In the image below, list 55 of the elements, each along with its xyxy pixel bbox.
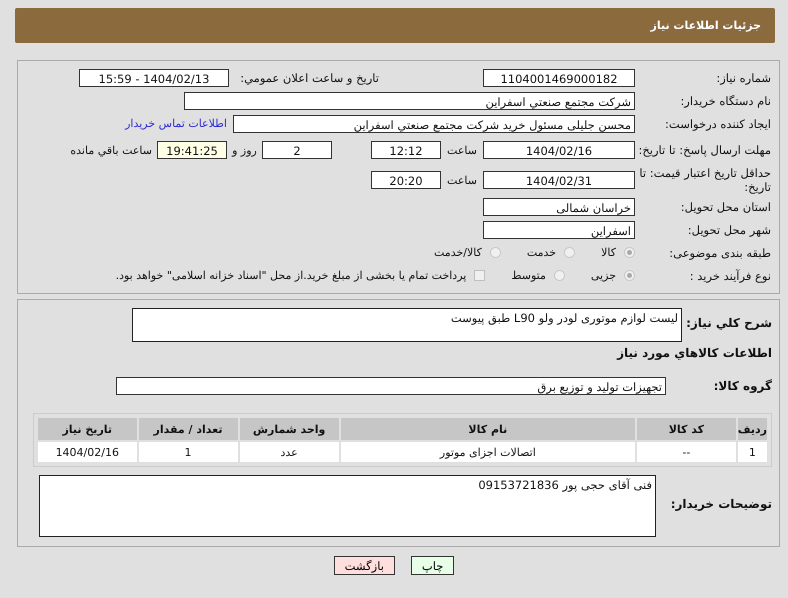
deadline-date-field: 1404/02/16 [483,141,635,159]
radio-label: کالا [601,246,616,259]
back-button[interactable]: بازگشت [334,556,395,575]
table-cell: -- [636,442,736,462]
table-cell: اتصالات اجزای موتور [340,442,635,462]
field-label: شهر محل تحویل: [686,222,771,236]
column-header: واحد شمارش [240,418,339,440]
radio-label: کالا/خدمت [434,246,482,259]
column-header: تاریخ نیاز [38,418,137,440]
remaining-label: ساعت باقي مانده [70,144,152,156]
field-label: طبقه بندی موضوعی: [668,246,771,260]
field-label: تاریخ و ساعت اعلان عمومي: [239,70,379,84]
field-label: ایجاد کننده درخواست: [664,116,771,130]
field-label: نوع فرآیند خرید : [688,268,771,282]
buyer-notes-textarea[interactable]: فنی آقای حجی پور 09153721836 [39,475,656,537]
province-field: خراسان شمالی [483,198,635,216]
section-heading: اطلاعات کالاهاي مورد نیاز [616,346,772,360]
page-title: جزئیات اطلاعات نیاز [650,19,761,32]
print-button[interactable]: چاپ [410,556,454,575]
need-number-field: 1104001469000182 [483,68,635,86]
radio-label: جزیی [590,269,616,282]
days-field: 2 [262,141,332,159]
days-label: روز و [230,144,258,156]
column-header: تعداد / مقدار [138,418,238,440]
field-label: مهلت ارسال پاسخ: تا تاریخ: [637,143,771,157]
column-header: نام کالا [340,418,635,440]
field-label: توضیحات خریدار: [670,496,772,511]
validity-time-field: 20:20 [371,171,441,189]
table-cell: 1 [738,442,767,462]
column-header: کد کالا [636,418,736,440]
table-cell: عدد [240,442,339,462]
time-label: ساعت [446,174,478,186]
validity-date-field: 1404/02/31 [483,171,635,189]
table-cell: 1404/02/16 [38,442,137,462]
requester-field: محسن جلیلی مسئول خرید شرکت مجتمع صنعتي اسفراین [233,114,635,132]
field-label: نام دستگاه خریدار: [679,94,771,108]
field-label: استان محل تحویل: [680,200,771,214]
checkbox-label: پرداخت تمام یا بخشی از مبلغ خرید.از محل "اسناد خزانه اسلامی" خواهد بود. [116,269,466,282]
goods-group-field: تجهیزات تولید و توزیع برق [116,376,666,394]
radio-label: خدمت [526,246,556,259]
announce-date-field: 1404/02/13 - 15:59 [79,68,229,86]
buyer-field: شرکت مجتمع صنعتي اسفراین [184,92,635,110]
column-header: ردیف [738,418,767,440]
time-label: ساعت [446,144,478,156]
radio-label: متوسط [511,269,546,282]
deadline-time-field: 12:12 [371,141,441,159]
field-label: گروه کالا: [712,378,772,392]
field-label: شرح کلي نیاز: [686,315,772,330]
field-label: حداقل تاریخ اعتبار قیمت: تا تاریخ: [638,166,771,194]
buyer-contact-link[interactable]: اطلاعات تماس خریدار [125,117,227,130]
table-cell: 1 [138,442,238,462]
remaining-time-field: 19:41:25 [157,141,227,159]
description-textarea[interactable]: لیست لوازم موتوری لودر ولو L90 طبق پیوست [132,308,682,342]
field-label: شماره نیاز: [715,70,771,84]
city-field: اسفراین [483,220,635,238]
